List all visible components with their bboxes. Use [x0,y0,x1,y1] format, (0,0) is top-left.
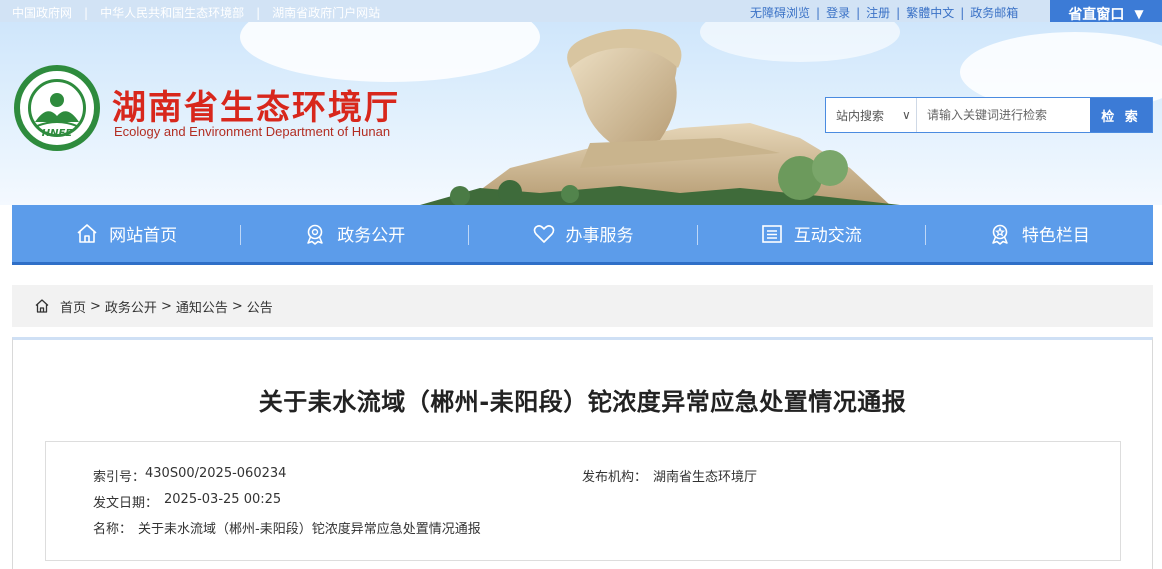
breadcrumb-separator: > [160,298,172,314]
divider: | [816,5,821,20]
meta-date: 发文日期： 2025-03-25 00:25 [93,492,281,511]
site-title[interactable]: 湖南省生态环境厅 [112,80,400,129]
top-bar-left-links: 中国政府网 | 中华人民共和国生态环境部 | 湖南省政府门户网站 [12,4,380,21]
divider: | [256,5,261,20]
breadcrumb-separator: > [90,298,101,314]
nav-item-interaction[interactable]: 互动交流 [696,205,925,262]
nav-item-featured[interactable]: 特色栏目 [924,205,1153,262]
link-gov-cn[interactable]: 中国政府网 [12,4,72,21]
nav-item-label: 特色栏目 [1021,226,1090,246]
badge-icon [307,224,324,245]
top-bar: 中国政府网 | 中华人民共和国生态环境部 | 湖南省政府门户网站 无障碍浏览 |… [0,0,1162,28]
meta-name-value: 关于耒水流域（郴州-耒阳段）铊浓度异常应急处置情况通报 [138,522,481,537]
login-link[interactable]: 登录 [826,4,850,21]
register-link[interactable]: 注册 [866,4,890,21]
site-search: 站内搜索 ∨ 检 索 [825,97,1153,133]
search-scope-label: 站内搜索 [836,108,885,123]
nav-item-home[interactable]: 网站首页 [12,205,240,262]
meta-name-label: 名称： [93,522,133,537]
meta-date-label: 发文日期： [93,496,159,511]
search-input[interactable] [917,98,1090,132]
main-nav: 网站首页 政务公开 办事服务 互动交流 特色栏目 [12,205,1153,265]
meta-index: 索引号： 430S00/2025-060234 [93,466,286,485]
gov-mail-link[interactable]: 政务邮箱 [970,4,1018,21]
home-icon [35,299,49,313]
article-title: 关于耒水流域（郴州-耒阳段）铊浓度异常应急处置情况通报 [258,388,907,416]
header-banner: HNEE 湖南省生态环境厅 Ecology and Environment De… [0,22,1162,205]
nav-item-label: 互动交流 [793,226,862,246]
site-subtitle: Ecology and Environment Department of Hu… [114,124,391,139]
link-mee[interactable]: 中华人民共和国生态环境部 [100,4,244,21]
search-button[interactable]: 检 索 [1090,98,1152,132]
top-bar-right-links: 无障碍浏览 | 登录 | 注册 | 繁體中文 | 政务邮箱 [750,4,1018,21]
award-icon [992,224,1008,245]
heart-icon [533,224,554,243]
breadcrumb-home[interactable]: 首页 [60,297,86,316]
divider: | [84,5,89,20]
nav-item-label: 办事服务 [565,226,634,246]
traditional-chinese-link[interactable]: 繁體中文 [906,4,954,21]
meta-index-value: 430S00/2025-060234 [145,466,287,481]
nav-item-label: 政务公开 [337,226,406,246]
breadcrumb-announcement[interactable]: 公告 [247,297,273,316]
meta-index-label: 索引号： [93,470,146,485]
meta-name: 名称： 关于耒水流域（郴州-耒阳段）铊浓度异常应急处置情况通报 [93,518,481,537]
breadcrumb-notices[interactable]: 通知公告 [176,297,228,316]
nav-item-services[interactable]: 办事服务 [468,205,696,262]
provincial-window-label: 省直窗口 [1068,7,1125,23]
breadcrumb: 首页 > 政务公开 > 通知公告 > 公告 [12,285,1153,327]
divider: | [960,5,965,20]
article-meta-box: 索引号： 430S00/2025-060234 发布机构： 湖南省生态环境厅 发… [45,441,1121,561]
chevron-down-icon: ▼ [1134,7,1144,21]
accessibility-link[interactable]: 无障碍浏览 [750,4,810,21]
link-hunan-gov[interactable]: 湖南省政府门户网站 [272,4,380,21]
divider: | [856,5,861,20]
nav-item-gov-affairs[interactable]: 政务公开 [240,205,468,262]
breadcrumb-gov-affairs[interactable]: 政务公开 [105,297,157,316]
divider: | [896,5,901,20]
home-icon [77,223,97,243]
meta-publisher: 发布机构： 湖南省生态环境厅 [582,466,757,485]
chevron-down-icon: ∨ [902,108,911,122]
breadcrumb-separator: > [231,298,243,314]
meta-publisher-value: 湖南省生态环境厅 [653,470,758,485]
list-icon [761,224,782,243]
meta-publisher-label: 发布机构： [582,470,648,485]
article-panel: 关于耒水流域（郴州-耒阳段）铊浓度异常应急处置情况通报 索引号： 430S00/… [12,337,1153,569]
department-logo[interactable]: HNEE [14,65,100,151]
search-scope-select[interactable]: 站内搜索 ∨ [826,98,917,132]
meta-date-value: 2025-03-25 00:25 [164,492,282,507]
nav-item-label: 网站首页 [109,226,178,246]
logo-emblem-icon [35,93,79,127]
logo-text: HNEE [41,128,73,139]
